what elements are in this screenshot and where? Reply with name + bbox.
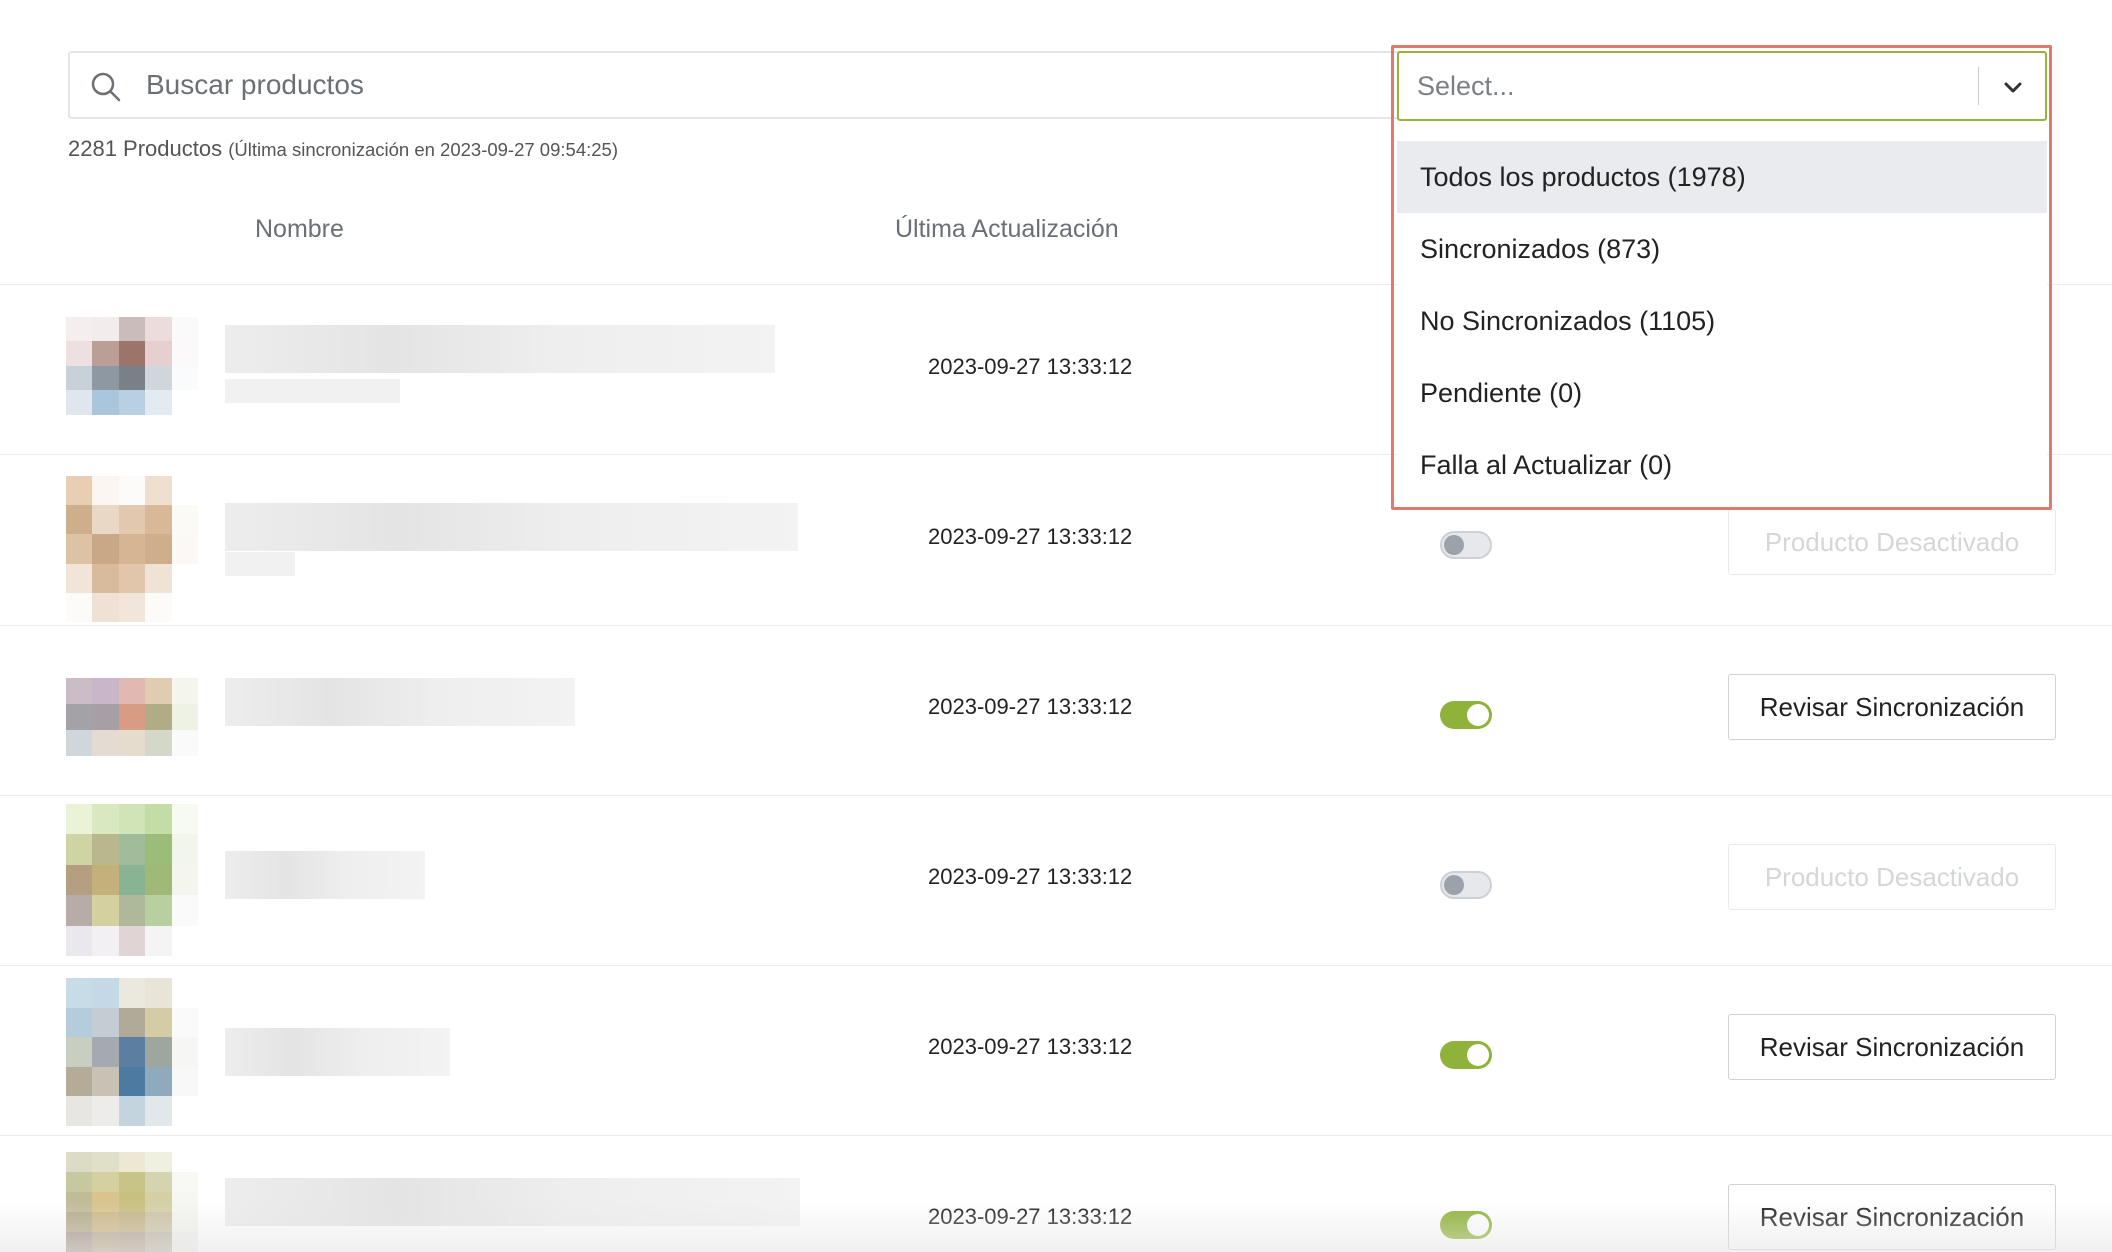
search-input[interactable] bbox=[146, 55, 1386, 115]
product-thumbnail bbox=[66, 804, 198, 956]
last-updated: 2023-09-27 13:33:12 bbox=[928, 1034, 1133, 1059]
last-updated: 2023-09-27 13:33:12 bbox=[928, 524, 1133, 549]
option-not-synced[interactable]: No Sincronizados (1105) bbox=[1397, 285, 2047, 357]
product-thumbnail bbox=[66, 678, 198, 756]
review-sync-button[interactable]: Revisar Sincronización bbox=[1728, 1014, 2056, 1080]
select-placeholder: Select... bbox=[1417, 71, 1515, 101]
table-row: 2023-09-27 13:33:12 Producto Desactivado bbox=[0, 796, 2112, 966]
product-name-redacted bbox=[225, 851, 425, 899]
toggle-knob bbox=[1444, 535, 1464, 555]
option-update-failed[interactable]: Falla al Actualizar (0) bbox=[1397, 429, 2047, 501]
product-name-redacted bbox=[225, 1028, 450, 1076]
option-pending[interactable]: Pendiente (0) bbox=[1397, 357, 2047, 429]
review-sync-button[interactable]: Revisar Sincronización bbox=[1728, 1184, 2056, 1250]
option-synced[interactable]: Sincronizados (873) bbox=[1397, 213, 2047, 285]
option-all-products[interactable]: Todos los productos (1978) bbox=[1397, 141, 2047, 213]
product-thumbnail bbox=[66, 1152, 198, 1252]
toggle-knob bbox=[1467, 704, 1489, 726]
table-row: 2023-09-27 13:33:12 Revisar Sincronizaci… bbox=[0, 626, 2112, 796]
product-disabled-button[interactable]: Producto Desactivado bbox=[1728, 844, 2056, 910]
search-box[interactable] bbox=[68, 51, 1408, 119]
product-name-redacted bbox=[225, 678, 575, 726]
select-separator bbox=[1978, 67, 1979, 105]
search-icon bbox=[91, 72, 121, 102]
product-count: 2281 Productos (Última sincronización en… bbox=[68, 136, 618, 162]
last-updated: 2023-09-27 13:33:12 bbox=[928, 354, 1133, 379]
product-disabled-button[interactable]: Producto Desactivado bbox=[1728, 509, 2056, 575]
table-row: 2023-09-27 13:33:12 Revisar Sincronizaci… bbox=[0, 966, 2112, 1136]
chevron-down-icon[interactable] bbox=[2001, 75, 2025, 99]
product-thumbnail bbox=[66, 476, 198, 622]
last-sync-note: (Última sincronización en 2023-09-27 09:… bbox=[228, 139, 618, 160]
sync-toggle[interactable] bbox=[1440, 701, 1492, 729]
product-count-text: 2281 Productos bbox=[68, 136, 223, 161]
toggle-knob bbox=[1467, 1214, 1489, 1236]
toggle-knob bbox=[1467, 1044, 1489, 1066]
product-name-redacted bbox=[225, 325, 775, 373]
review-sync-button[interactable]: Revisar Sincronización bbox=[1728, 674, 2056, 740]
product-name-redacted bbox=[225, 1178, 800, 1226]
column-header-name: Nombre bbox=[255, 215, 344, 243]
sync-toggle[interactable] bbox=[1440, 1211, 1492, 1239]
sync-toggle[interactable] bbox=[1440, 531, 1492, 559]
product-thumbnail bbox=[66, 317, 198, 439]
last-updated: 2023-09-27 13:33:12 bbox=[928, 694, 1133, 719]
toggle-knob bbox=[1444, 875, 1464, 895]
column-header-updated: Última Actualización bbox=[895, 215, 1119, 243]
product-thumbnail bbox=[66, 978, 198, 1126]
table-row: 2023-09-27 13:33:12 Revisar Sincronizaci… bbox=[0, 1136, 2112, 1252]
last-updated: 2023-09-27 13:33:12 bbox=[928, 864, 1133, 889]
sync-toggle[interactable] bbox=[1440, 1041, 1492, 1069]
product-name-redacted bbox=[225, 503, 798, 551]
status-filter-menu: Todos los productos (1978) Sincronizados… bbox=[1397, 133, 2047, 505]
last-updated: 2023-09-27 13:33:12 bbox=[928, 1204, 1133, 1229]
product-sku-redacted bbox=[225, 552, 295, 576]
product-sku-redacted bbox=[225, 379, 400, 403]
status-filter-select[interactable]: Select... bbox=[1397, 51, 2047, 121]
sync-toggle[interactable] bbox=[1440, 871, 1492, 899]
